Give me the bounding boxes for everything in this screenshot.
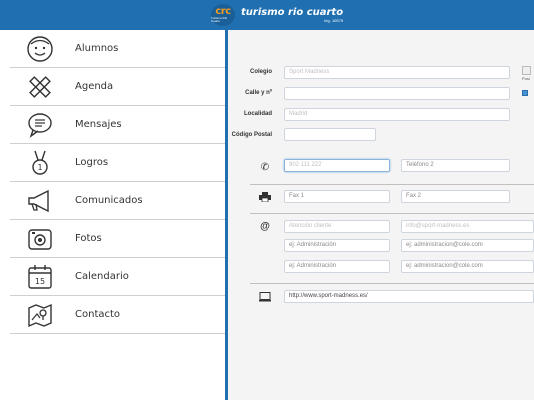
codigo-postal-field[interactable] [284,128,376,141]
sidebar-item-logros[interactable]: 1 Logros [10,144,225,182]
at-icon: @ [260,220,270,232]
email-name-field[interactable]: Atención cliente [284,220,390,233]
phone-icon: ✆ [260,161,270,173]
pencil-ruler-icon [25,72,55,102]
sidebar-item-label: Fotos [75,233,102,244]
sidebar-item-fotos[interactable]: Fotos [10,220,225,258]
map-pin-icon [25,300,55,330]
svg-text:1: 1 [37,163,42,172]
telefono-1-field[interactable]: 902 111 222 [284,159,390,172]
logo-sub: Turismo Río Cuarto [211,16,228,23]
medal-icon: 1 [25,148,55,178]
brand-legajo: leg. 10575 [324,18,344,23]
student-face-icon [25,34,55,64]
separator [250,213,534,214]
calle-label: Calle y nº [245,90,272,96]
colegio-label: Colegio [250,69,272,75]
sidebar-item-mensajes[interactable]: Mensajes [10,106,225,144]
admin-name-field-1[interactable]: ej: Administración [284,239,390,252]
chat-bubble-icon [25,110,55,140]
admin-name-field-2[interactable]: ej: Administración [284,260,390,273]
sidebar-item-agenda[interactable]: Agenda [10,68,225,106]
sidebar-item-label: Calendario [75,271,129,282]
localidad-label: Localidad [243,111,272,117]
calle-field[interactable] [284,87,510,100]
calendar-day: 15 [35,277,45,286]
printer-icon [258,191,272,203]
sidebar-item-label: Mensajes [75,119,122,130]
separator [250,283,534,284]
admin-email-field-1[interactable]: ej: administracion@cole.com [401,239,534,252]
fax-2-field[interactable]: Fax 2 [401,190,510,203]
sidebar-item-label: Alumnos [75,43,119,54]
sidebar-item-label: Logros [75,157,109,168]
codigo-postal-label: Código Postal [231,132,272,138]
fax-1-field[interactable]: Fax 1 [284,190,390,203]
sidebar-item-calendario[interactable]: 15 Calendario [10,258,225,296]
photo-placeholder-icon[interactable] [522,66,531,75]
monitor-icon [258,291,272,303]
sidebar-item-alumnos[interactable]: Alumnos [10,30,225,68]
localidad-field[interactable]: Madrid [284,108,510,121]
sidebar-item-label: Contacto [75,309,121,320]
admin-email-field-2[interactable]: ej: administracion@cole.com [401,260,534,273]
contact-form: Colegio Sport Madness Calle y nº Localid… [228,30,534,400]
sidebar-item-label: Comunicados [75,195,143,206]
sidebar-item-label: Agenda [75,81,114,92]
photo-caption: Posi [522,76,530,81]
visible-checkbox[interactable] [522,90,528,96]
website-field[interactable]: http://www.sport-madness.es/ [284,290,534,303]
email-field[interactable]: info@sport-madness.es [401,220,534,233]
logo-badge: crc Turismo Río Cuarto [211,4,235,26]
sidebar-item-comunicados[interactable]: Comunicados [10,182,225,220]
calendar-icon: 15 [25,262,55,292]
telefono-2-field[interactable]: Teléfono 2 [401,159,510,172]
brand-name: turismo rio cuarto [241,7,344,18]
camera-icon [25,224,55,254]
sidebar-menu: Alumnos Agenda Mensajes 1 Logros Comunic… [0,30,225,400]
sidebar-item-contacto[interactable]: Contacto [10,296,225,334]
brand-logo[interactable]: crc Turismo Río Cuarto turismo rio cuart… [211,3,343,27]
app-header: crc Turismo Río Cuarto turismo rio cuart… [0,0,534,30]
megaphone-icon [25,186,55,216]
separator [250,184,534,185]
colegio-field[interactable]: Sport Madness [284,66,510,79]
